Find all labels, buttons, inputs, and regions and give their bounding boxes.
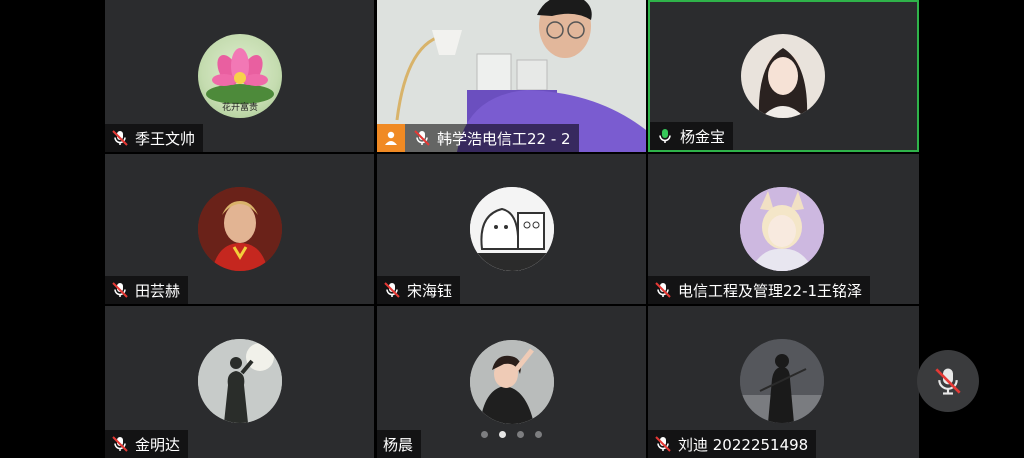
mic-muted-icon xyxy=(655,282,671,298)
portrait-avatar xyxy=(470,340,554,424)
lotus-avatar: 花开富贵 xyxy=(198,34,282,118)
portrait-avatar xyxy=(198,187,282,271)
nametag: 韩学浩电信工22 - 2 xyxy=(377,124,579,152)
mic-muted-icon xyxy=(414,130,430,146)
participant-tile-9[interactable]: 刘迪 2022251498 xyxy=(648,306,919,458)
page-dot[interactable] xyxy=(535,431,542,438)
silhouette-avatar xyxy=(198,339,282,423)
portrait-avatar xyxy=(740,339,824,423)
nametag: 杨晨 xyxy=(377,430,422,458)
participant-name: 刘迪 2022251498 xyxy=(678,435,809,454)
participant-tile-5[interactable]: 宋海钰 xyxy=(377,154,646,304)
mic-muted-icon xyxy=(112,436,128,452)
nametag: 田芸赫 xyxy=(105,276,189,304)
portrait-avatar xyxy=(741,34,825,118)
mic-muted-icon xyxy=(112,282,128,298)
nametag: 电信工程及管理22-1王铭泽 xyxy=(648,276,871,304)
mic-active-icon xyxy=(659,129,671,143)
nametag: 刘迪 2022251498 xyxy=(648,430,817,458)
nametag: 金明达 xyxy=(105,430,189,458)
participant-name: 电信工程及管理22-1王铭泽 xyxy=(678,281,863,300)
participant-name: 宋海钰 xyxy=(407,281,453,300)
participant-name: 杨金宝 xyxy=(680,127,726,146)
page-dot[interactable] xyxy=(517,431,524,438)
person-icon xyxy=(377,124,405,152)
page-dot-current[interactable] xyxy=(499,431,506,438)
participant-name: 季王文帅 xyxy=(135,129,196,148)
participant-tile-7[interactable]: 金明达 xyxy=(105,306,374,458)
nametag: 宋海钰 xyxy=(377,276,461,304)
nametag: 季王文帅 xyxy=(105,124,204,152)
nametag: 杨金宝 xyxy=(650,122,734,150)
mic-muted-icon xyxy=(655,436,671,452)
participant-tile-6[interactable]: 电信工程及管理22-1王铭泽 xyxy=(648,154,919,304)
mic-muted-icon xyxy=(935,368,961,395)
participant-tile-3[interactable]: 杨金宝 xyxy=(648,0,919,152)
participant-tile-4[interactable]: 田芸赫 xyxy=(105,154,374,304)
mic-muted-icon xyxy=(384,282,400,298)
participant-name: 金明达 xyxy=(135,435,181,454)
mute-toggle-button[interactable] xyxy=(917,350,979,412)
page-dot[interactable] xyxy=(481,431,488,438)
anime-avatar xyxy=(740,187,824,271)
mic-muted-icon xyxy=(112,130,128,146)
participant-name: 杨晨 xyxy=(383,435,414,454)
participant-name: 田芸赫 xyxy=(135,281,181,300)
page-indicator[interactable] xyxy=(481,431,542,438)
participant-name: 韩学浩电信工22 - 2 xyxy=(437,129,571,148)
avatar-caption: 花开富贵 xyxy=(221,103,258,113)
participant-tile-1[interactable]: 花开富贵 季王文帅 xyxy=(105,0,374,152)
participant-tile-2[interactable]: 韩学浩电信工22 - 2 xyxy=(377,0,646,152)
cartoon-avatar xyxy=(470,187,554,271)
